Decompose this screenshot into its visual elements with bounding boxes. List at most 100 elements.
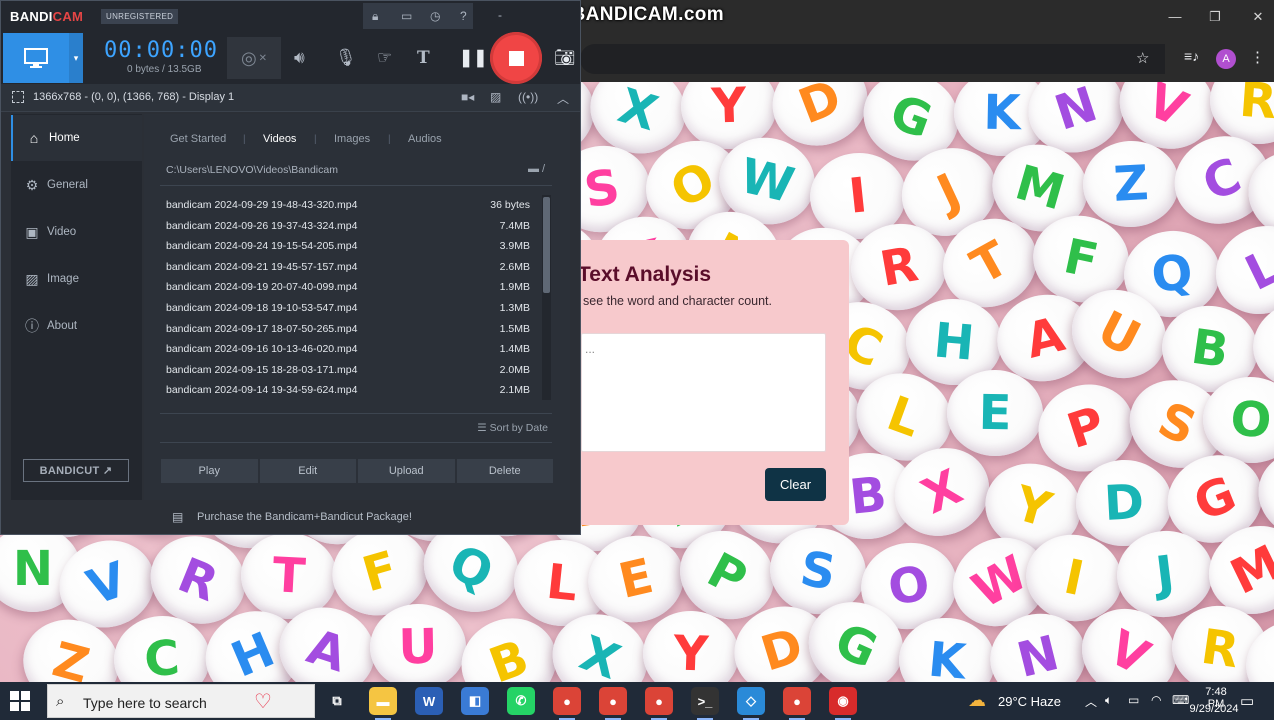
profile-avatar[interactable]: A — [1216, 49, 1236, 69]
bandicam-icon[interactable]: ◉ — [829, 687, 857, 720]
minimize-icon[interactable]: - — [498, 8, 502, 22]
file-name: bandicam 2024-09-17 18-07-50-265.mp4 — [166, 322, 358, 335]
file-row[interactable]: bandicam 2024-09-18 19-10-53-547.mp4 1.3M… — [160, 298, 536, 319]
sidebar-item-home[interactable]: ⌂ Home — [11, 115, 142, 161]
pause-icon[interactable]: ❚❚ — [459, 48, 488, 68]
sort-by-date-button[interactable]: ☰ Sort by Date — [477, 422, 548, 434]
promo-link[interactable]: Purchase the Bandicam+Bandicut Package! — [197, 511, 412, 523]
taskbar-search-box[interactable]: ⌕ Type here to search ♡ — [47, 684, 315, 718]
microsoft-store-icon[interactable]: ◧ — [461, 687, 489, 715]
file-row[interactable]: bandicam 2024-09-24 19-15-54-205.mp4 3.9M… — [160, 236, 536, 257]
chat-icon: ▤ — [172, 510, 184, 524]
browser-menu-icon[interactable]: ⋮ — [1250, 48, 1265, 66]
clock-icon[interactable]: ◷ — [430, 9, 440, 23]
vscode-icon[interactable]: ◇ — [737, 687, 765, 720]
sidebar-item-about[interactable]: ⓘ About — [11, 303, 142, 349]
file-explorer-icon[interactable]: ▬ — [369, 687, 397, 720]
lock-icon[interactable]: 🔒︎ — [372, 9, 378, 24]
unregistered-badge: UNREGISTERED — [101, 9, 179, 24]
file-size: 36 bytes — [490, 199, 530, 211]
screen-mode-button[interactable] — [3, 33, 69, 83]
file-row[interactable]: bandicam 2024-09-26 19-37-43-324.mp4 7.4M… — [160, 216, 536, 237]
text-input-area[interactable]: ... — [581, 333, 826, 452]
terminal-icon[interactable]: >_ — [691, 687, 719, 720]
minimize-button[interactable]: — — [1167, 9, 1183, 24]
mouse-effect-icon[interactable]: ☞ — [377, 48, 392, 68]
tab-images[interactable]: Images — [334, 133, 370, 145]
text-overlay-icon[interactable]: T — [417, 48, 430, 68]
folder-path-row: C:\Users\LENOVO\Videos\Bandicam ▬ / — [160, 154, 552, 186]
address-bar[interactable] — [580, 44, 1165, 74]
chrome-profile-icon[interactable]: ● — [553, 687, 581, 720]
text-analysis-card: Text Analysis see the word and character… — [572, 240, 849, 525]
clear-button[interactable]: Clear — [765, 468, 826, 501]
sidebar-item-label: General — [47, 179, 88, 191]
maximize-button[interactable]: ❐ — [1207, 9, 1223, 25]
bookmark-star-icon[interactable]: ☆ — [1136, 49, 1149, 67]
mode-dropdown-button[interactable]: ▾ — [69, 33, 83, 83]
scrollbar-thumb[interactable] — [543, 197, 550, 293]
recording-timer: 00:00:00 — [104, 38, 218, 63]
clock-date[interactable]: 9/29/2024 — [1186, 703, 1242, 715]
wifi-icon[interactable]: ◠ — [1151, 693, 1161, 707]
close-button[interactable]: ✕ — [1250, 9, 1266, 25]
chrome-2-icon[interactable]: ● — [645, 687, 673, 720]
file-row[interactable]: bandicam 2024-09-14 19-34-59-624.mp4 2.1M… — [160, 380, 536, 401]
page-title: Text Analysis — [578, 263, 712, 286]
microphone-icon[interactable]: 🎙︎ — [335, 48, 357, 68]
collapse-icon[interactable]: ︿ — [557, 90, 569, 107]
folder-icon[interactable]: ▭ — [401, 9, 412, 23]
sidebar-item-video[interactable]: ▣ Video — [11, 209, 142, 255]
stop-record-button[interactable] — [490, 32, 542, 84]
sidebar-item-general[interactable]: ⚙ General — [11, 162, 142, 208]
file-row[interactable]: bandicam 2024-09-29 19-48-43-320.mp4 36 b… — [160, 195, 536, 216]
weather-text[interactable]: 29°C Haze — [998, 694, 1061, 709]
sidebar-item-label: Image — [47, 273, 79, 285]
file-name: bandicam 2024-09-14 19-34-59-624.mp4 — [166, 384, 358, 397]
notification-icon[interactable]: ▭ — [1240, 692, 1254, 710]
file-name: bandicam 2024-09-19 20-07-40-099.mp4 — [166, 281, 358, 294]
file-row[interactable]: bandicam 2024-09-15 18-28-03-171.mp4 2.0M… — [160, 360, 536, 381]
bandicut-button[interactable]: BANDICUT ↗ — [23, 459, 129, 482]
region-icon[interactable] — [12, 91, 24, 103]
windows-start-icon[interactable] — [10, 691, 30, 711]
video-camera-icon[interactable]: ■◂ — [461, 90, 474, 104]
file-row[interactable]: bandicam 2024-09-16 10-13-46-020.mp4 1.4M… — [160, 339, 536, 360]
speaker-icon[interactable]: 🔊︎ — [294, 48, 305, 68]
sidebar-item-image[interactable]: ▨ Image — [11, 256, 142, 302]
image-icon[interactable]: ▨ — [490, 90, 501, 104]
page-subtitle: see the word and character count. — [583, 294, 773, 308]
stop-icon — [508, 50, 524, 66]
help-icon[interactable]: ? — [460, 9, 467, 23]
tab-get-started[interactable]: Get Started — [170, 133, 226, 145]
media-control-icon[interactable]: ≡♪ — [1184, 48, 1199, 64]
edit-button[interactable]: Edit — [259, 459, 356, 483]
capture-target-label: 1366x768 - (0, 0), (1366, 768) - Display… — [33, 91, 235, 103]
battery-icon[interactable]: ▭ — [1128, 693, 1139, 707]
webcam-icon[interactable]: ◎ ✕ — [227, 37, 281, 79]
delete-button[interactable]: Delete — [456, 459, 553, 483]
upload-button[interactable]: Upload — [358, 459, 455, 483]
open-folder-icon[interactable]: ▬ / — [528, 163, 545, 175]
camera-icon[interactable]: 📷︎ — [554, 48, 576, 68]
tab-videos[interactable]: Videos — [263, 133, 296, 145]
promo-bar: ▤ Purchase the Bandicam+Bandicut Package… — [1, 501, 580, 534]
folder-path: C:\Users\LENOVO\Videos\Bandicam — [166, 164, 338, 176]
file-row[interactable]: bandicam 2024-09-21 19-45-57-157.mp4 2.6M… — [160, 257, 536, 278]
recording-size: 0 bytes / 13.5GB — [127, 64, 202, 75]
speaker-icon[interactable]: 🔈︎ — [1105, 693, 1112, 708]
scrollbar[interactable] — [542, 195, 551, 400]
play-button[interactable]: Play — [161, 459, 258, 483]
file-row[interactable]: bandicam 2024-09-17 18-07-50-265.mp4 1.5M… — [160, 319, 536, 340]
file-row[interactable]: bandicam 2024-09-19 20-07-40-099.mp4 1.9M… — [160, 277, 536, 298]
word-icon[interactable]: W — [415, 687, 443, 715]
chevron-up-icon[interactable]: ︿ — [1085, 693, 1097, 710]
task-view-icon[interactable]: ⧉ — [323, 687, 351, 715]
tab-audios[interactable]: Audios — [408, 133, 442, 145]
whatsapp-icon[interactable]: ✆ — [507, 687, 535, 715]
system-tray: ☁ 29°C Haze ︿ 🔈︎ ▭ ◠ ⌨ 7:48 PM 9/29/2024… — [968, 682, 1274, 720]
chrome-icon[interactable]: ● — [599, 687, 627, 720]
broadcast-icon[interactable]: ((•)) — [518, 90, 538, 104]
chrome-3-icon[interactable]: ● — [783, 687, 811, 720]
file-name: bandicam 2024-09-24 19-15-54-205.mp4 — [166, 240, 358, 253]
